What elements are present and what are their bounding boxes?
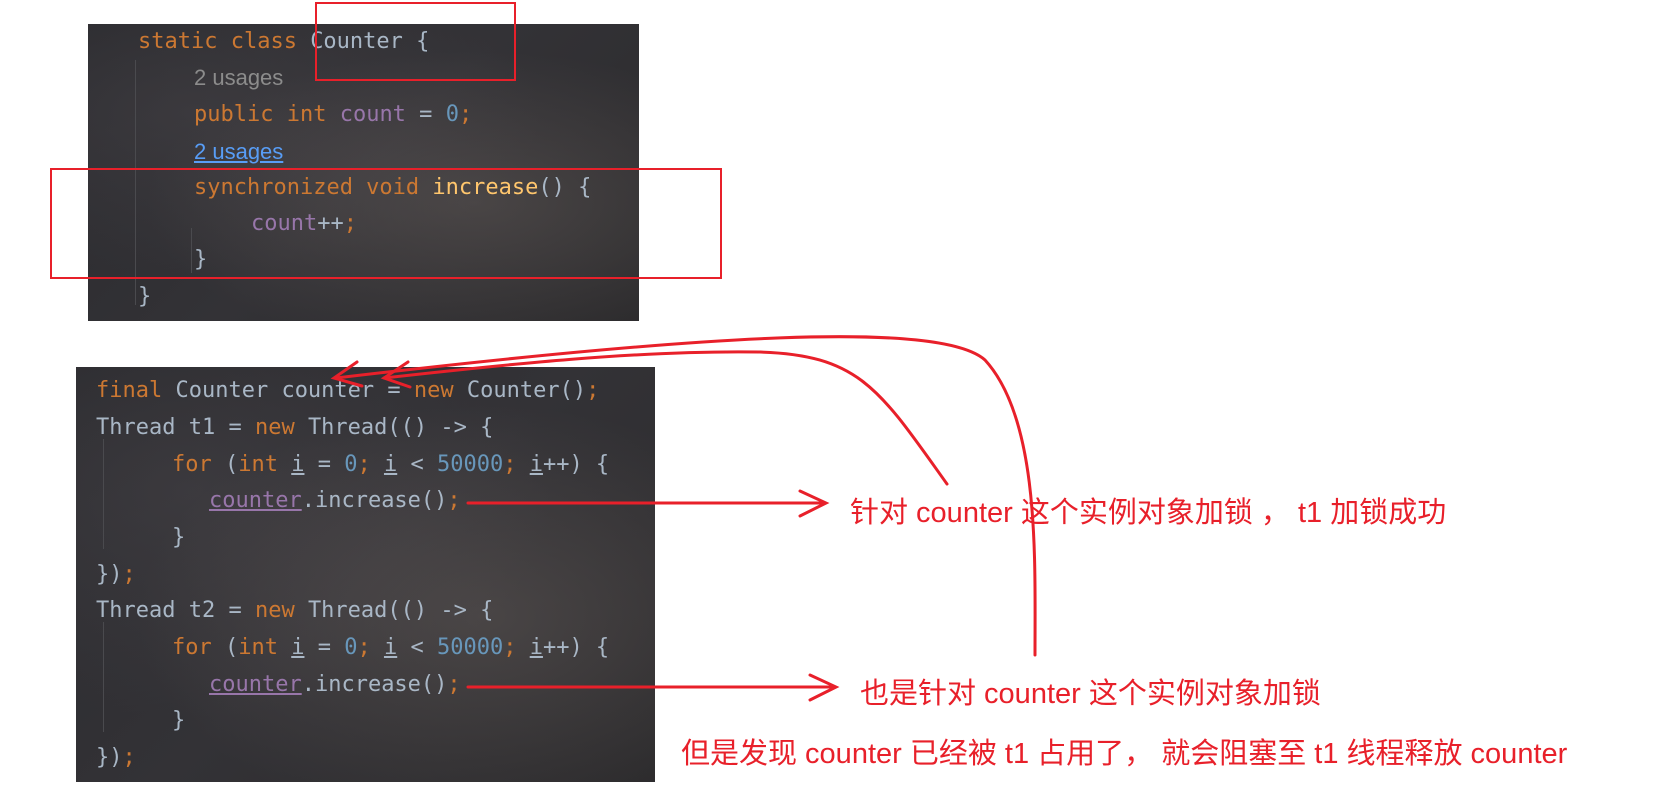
annotation-t1-lock-success: 针对 counter 这个实例对象加锁 ， t1 加锁成功 — [850, 497, 1447, 529]
annotation-t2-lock-attempt: 也是针对 counter 这个实例对象加锁 — [860, 678, 1321, 710]
annotation-arrows — [330, 335, 1037, 702]
annotation-t2-blocked: 但是发现 counter 已经被 t1 占用了， 就会阻塞至 t1 线程释放 c… — [681, 738, 1568, 770]
curve-note1-to-counter — [382, 350, 949, 486]
